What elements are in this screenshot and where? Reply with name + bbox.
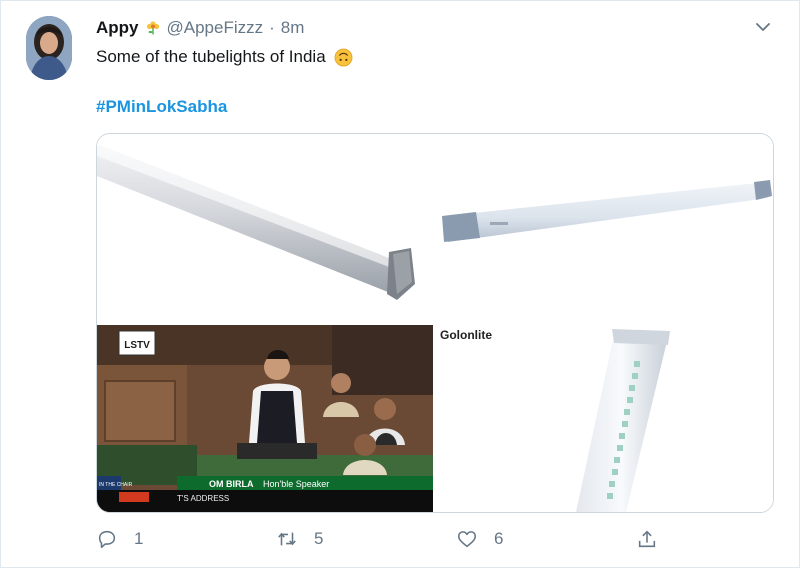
ticker-title: Hon'ble Speaker <box>263 479 329 489</box>
tubelight-photo-1[interactable] <box>97 134 433 322</box>
tweet-header: Appy @AppeFizzz · 8m <box>96 18 304 38</box>
retweet-count: 5 <box>314 529 324 548</box>
reply-button[interactable]: 1 <box>96 528 143 550</box>
bottom-left-label: IN THE CHAIR <box>99 482 133 488</box>
timestamp[interactable]: 8m <box>281 18 305 38</box>
channel-logo: LSTV <box>124 340 150 351</box>
author-name[interactable]: Appy <box>96 18 139 38</box>
tweet-text-row: Some of the tubelights of India <box>96 47 353 67</box>
upside-down-face-emoji <box>334 48 353 66</box>
lok-sabha-tv-frame[interactable]: LSTV OM BIRLA Hon'ble Speaker IN THE CHA… <box>97 325 433 512</box>
like-count: 6 <box>494 529 504 548</box>
tubelight-photo-2[interactable] <box>436 134 773 322</box>
reply-count: 1 <box>134 529 144 548</box>
reply-icon <box>98 530 116 549</box>
media-grid[interactable]: LSTV OM BIRLA Hon'ble Speaker IN THE CHA… <box>96 133 774 513</box>
author-handle[interactable]: @AppeFizzz <box>167 18 264 38</box>
like-button[interactable]: 6 <box>456 528 503 550</box>
retweet-button[interactable]: 5 <box>276 528 323 550</box>
flower-badge-icon <box>146 21 159 35</box>
chevron-down-icon[interactable] <box>754 18 772 36</box>
retweet-icon <box>278 532 296 546</box>
separator: · <box>269 18 275 37</box>
share-icon <box>638 530 656 548</box>
tubelight-photo-3[interactable]: Golonlite <box>436 325 773 512</box>
tweet-text: Some of the tubelights of India <box>96 47 326 66</box>
hashtag-link[interactable]: #PMinLokSabha <box>96 97 227 117</box>
brand-logo: Golonlite <box>440 328 492 342</box>
bottom-ticker-text: T'S ADDRESS <box>177 494 229 503</box>
share-button[interactable] <box>636 528 658 550</box>
avatar[interactable] <box>26 16 72 80</box>
tweet-actions: 1 5 6 <box>96 528 696 556</box>
grid-divider-horizontal <box>97 322 773 325</box>
ticker-name: OM BIRLA <box>209 479 254 489</box>
like-icon <box>457 531 477 548</box>
